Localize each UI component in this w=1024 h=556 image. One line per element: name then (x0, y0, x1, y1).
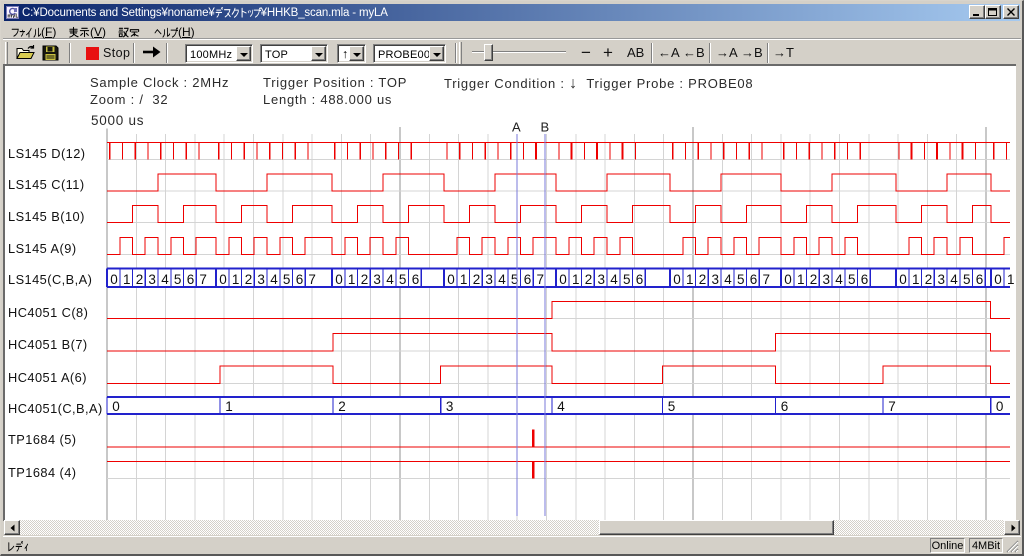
svg-text:4: 4 (161, 272, 169, 287)
svg-text:4: 4 (557, 399, 565, 414)
svg-text:5: 5 (737, 272, 745, 287)
svg-text:4: 4 (386, 272, 394, 287)
svg-text:3: 3 (373, 272, 381, 287)
svg-text:6: 6 (296, 272, 304, 287)
svg-text:4: 4 (498, 272, 506, 287)
svg-text:5: 5 (848, 272, 856, 287)
svg-text:B: B (541, 120, 550, 135)
svg-text:5: 5 (283, 272, 291, 287)
svg-text:6: 6 (524, 272, 532, 287)
svg-text:0: 0 (219, 272, 227, 287)
svg-text:2: 2 (810, 272, 818, 287)
svg-text:6: 6 (187, 272, 195, 287)
svg-text:2: 2 (136, 272, 144, 287)
svg-text:1: 1 (225, 399, 233, 414)
svg-text:6: 6 (976, 272, 984, 287)
svg-text:0: 0 (996, 399, 1004, 414)
svg-text:6: 6 (861, 272, 869, 287)
svg-text:7: 7 (763, 272, 771, 287)
svg-text:6: 6 (636, 272, 644, 287)
svg-text:1: 1 (1007, 272, 1015, 287)
svg-text:6: 6 (412, 272, 420, 287)
svg-text:5: 5 (399, 272, 407, 287)
svg-text:3: 3 (823, 272, 831, 287)
svg-text:1: 1 (460, 272, 468, 287)
svg-text:1: 1 (797, 272, 805, 287)
svg-text:1: 1 (912, 272, 920, 287)
svg-text:0: 0 (447, 272, 455, 287)
svg-text:0: 0 (110, 272, 118, 287)
svg-text:1: 1 (232, 272, 240, 287)
svg-text:6: 6 (781, 399, 789, 414)
svg-text:0: 0 (559, 272, 567, 287)
svg-text:A: A (512, 120, 521, 135)
svg-text:4: 4 (835, 272, 843, 287)
svg-text:0: 0 (899, 272, 907, 287)
svg-text:0: 0 (784, 272, 792, 287)
svg-text:2: 2 (925, 272, 933, 287)
svg-text:5: 5 (963, 272, 971, 287)
svg-text:5: 5 (174, 272, 182, 287)
svg-text:4: 4 (950, 272, 958, 287)
svg-text:1: 1 (348, 272, 356, 287)
svg-text:3: 3 (712, 272, 720, 287)
svg-text:7: 7 (308, 272, 316, 287)
svg-text:7: 7 (537, 272, 545, 287)
svg-text:3: 3 (938, 272, 946, 287)
svg-text:4: 4 (610, 272, 618, 287)
svg-text:3: 3 (148, 272, 156, 287)
svg-text:3: 3 (485, 272, 493, 287)
svg-text:4: 4 (270, 272, 278, 287)
svg-text:2: 2 (699, 272, 707, 287)
svg-text:7: 7 (199, 272, 207, 287)
svg-text:1: 1 (572, 272, 580, 287)
svg-text:7: 7 (888, 399, 896, 414)
svg-text:0: 0 (673, 272, 681, 287)
svg-text:6: 6 (750, 272, 758, 287)
svg-text:0: 0 (112, 399, 120, 414)
svg-text:4: 4 (724, 272, 732, 287)
svg-text:0: 0 (335, 272, 343, 287)
svg-text:5: 5 (623, 272, 631, 287)
svg-text:2: 2 (361, 272, 369, 287)
svg-text:3: 3 (257, 272, 265, 287)
svg-text:2: 2 (585, 272, 593, 287)
svg-text:2: 2 (473, 272, 481, 287)
svg-text:0: 0 (994, 272, 1002, 287)
svg-text:3: 3 (446, 399, 454, 414)
svg-text:1: 1 (123, 272, 131, 287)
svg-text:5: 5 (668, 399, 676, 414)
svg-text:2: 2 (245, 272, 253, 287)
svg-text:2: 2 (338, 399, 346, 414)
svg-text:1: 1 (686, 272, 694, 287)
svg-text:3: 3 (598, 272, 606, 287)
